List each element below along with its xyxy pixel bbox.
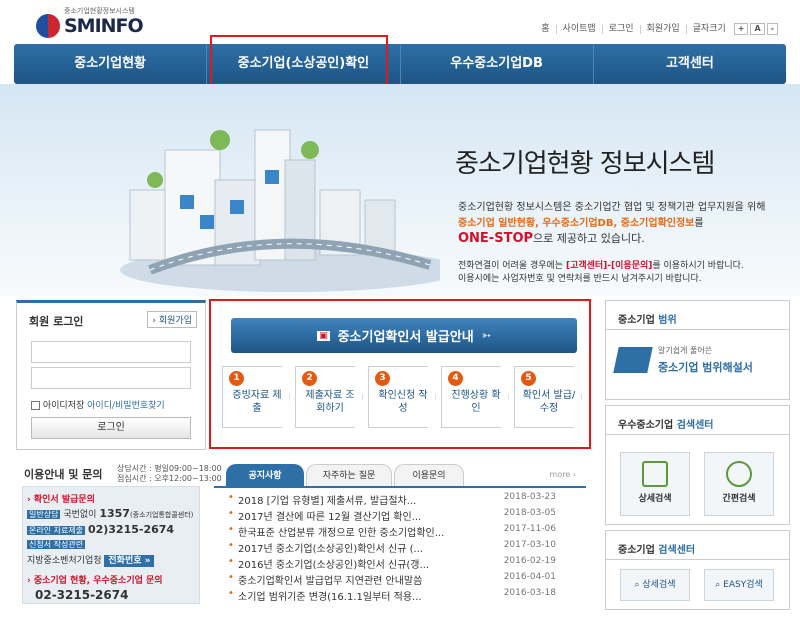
join-button[interactable]: › 회원가입	[147, 311, 197, 328]
contact-box: › 확인서 발급문의 일반상담 국번없이 1357(중소기업통합콜센터) 온라인…	[22, 486, 200, 604]
pdf-icon: ▣	[317, 330, 330, 341]
logo-text: SMINFO	[64, 15, 144, 37]
id-input[interactable]	[31, 341, 191, 363]
nav-customer-center[interactable]: 고객센터	[592, 44, 786, 84]
contact-line-4: 지방중소벤처기업청 전화번호 »	[27, 553, 155, 567]
notice-board: 공지사항 자주하는 질문 이용문의 more › • 2018 [기업 유형별] …	[214, 458, 586, 608]
tab-notice[interactable]: 공지사항	[226, 464, 304, 486]
easy-search-button[interactable]: ⌕ EASY검색	[704, 569, 774, 601]
logo-emblem-icon	[36, 14, 60, 38]
sme-search-title: 중소기업 검색센터	[618, 545, 696, 556]
nav-excellent-db[interactable]: 우수중소기업DB	[399, 44, 593, 84]
excellent-search-title: 우수중소기업 검색센터	[618, 420, 714, 431]
save-id-row: 아이디저장 아이디/비밀번호찾기	[31, 398, 165, 411]
sme-search-panel: 중소기업 검색센터 ⌕ 상세검색 ⌕ EASY검색	[605, 530, 790, 610]
font-minus-button[interactable]: -	[766, 23, 778, 35]
font-plus-button[interactable]: +	[733, 23, 749, 35]
arrow-icon: ➳	[481, 329, 491, 342]
range-title: 중소기업 범위	[618, 315, 677, 326]
simple-search-button[interactable]: 간편검색	[704, 452, 774, 516]
hero-desc-5: 이용시에는 사업자번호 및 연락처를 반드시 남겨주시기 바랍니다.	[458, 274, 702, 284]
login-button[interactable]: 로그인	[31, 417, 191, 439]
more-link[interactable]: more ›	[550, 470, 576, 479]
contact-line-1: 일반상담 국번없이 1357(중소기업통합콜센터)	[27, 507, 194, 520]
board-divider	[214, 486, 586, 488]
util-sitemap[interactable]: 사이트맵	[555, 24, 602, 34]
tab-inquiry[interactable]: 이용문의	[394, 464, 464, 486]
hero-desc-1: 중소기업현황 정보시스템은 중소기업간 협업 및 정책기관 업무지원을 위해	[458, 202, 766, 213]
contact-panel: 이용안내 및 문의 상담시간 : 평일09:00~18:00 점심시간 : 오후1…	[16, 458, 222, 608]
sme-range-panel: 중소기업 범위 알기쉽게 풀어쓴 중소기업 범위해설서	[605, 300, 790, 400]
range-guide-link[interactable]: 중소기업 범위해설서	[658, 359, 753, 375]
login-panel: 회원 로그인 › 회원가입 아이디저장 아이디/비밀번호찾기 로그인	[16, 300, 206, 450]
board-row[interactable]: • 2018 [기업 유형별] 제출서류, 발급절차... 2018-03-23	[228, 492, 578, 507]
util-home[interactable]: 홈	[535, 24, 555, 34]
main-nav: 중소기업현황 중소기업(소상공인)확인 우수중소기업DB 고객센터	[14, 44, 786, 84]
util-font-size: 글자크기	[685, 24, 732, 34]
logo[interactable]: 중소기업현황정보시스템 SMINFO	[36, 6, 176, 38]
login-title: 회원 로그인	[29, 315, 84, 328]
hero-desc-2: 중소기업 일반현황, 우수중소기업DB, 중소기업확인정보를	[458, 218, 704, 229]
contact-q2: › 중소기업 현황, 우수중소기업 문의	[27, 576, 163, 586]
phone-number-button[interactable]: 전화번호 »	[104, 555, 155, 567]
utility-menu: 홈 사이트맵 로그인 회원가입 글자크기 + A -	[535, 23, 778, 35]
step-1[interactable]: 1 증빙자료 제출	[222, 366, 290, 428]
password-input[interactable]	[31, 367, 191, 389]
board-row[interactable]: • 소기업 범위기준 변경(16.1.1일부터 적용... 2016-03-18	[228, 588, 578, 603]
contact-line-3: 신청서 작성관련	[27, 540, 86, 549]
hero-desc-3: ONE-STOP으로 제공하고 있습니다.	[458, 231, 645, 246]
contact-q1: › 확인서 발급문의	[27, 495, 95, 505]
board-row[interactable]: • 2017년 결산에 따른 12월 결산기업 확인... 2018-03-05	[228, 508, 578, 523]
detail-search-button[interactable]: 상세검색	[620, 452, 690, 516]
step-5[interactable]: 5 확인서 발급/수정	[514, 366, 582, 428]
range-sub: 알기쉽게 풀어쓴	[658, 346, 713, 355]
nav-highlight-box	[210, 35, 388, 85]
board-row[interactable]: • 2016년 중소기업(소상공인)확인서 신규(갱... 2016-02-19	[228, 556, 578, 571]
util-login[interactable]: 로그인	[601, 24, 640, 34]
font-reset-button[interactable]: A	[750, 23, 765, 35]
hero-title: 중소기업현황 정보시스템	[455, 149, 715, 179]
save-id-checkbox[interactable]	[31, 401, 40, 410]
contact-line-2: 온라인 자료제출 02)3215-2674	[27, 523, 175, 536]
step-3[interactable]: 3 확인신청 작성	[368, 366, 436, 428]
board-row[interactable]: • 2017년 중소기업(소상공인)확인서 신규 (... 2017-03-10	[228, 540, 578, 555]
search-simple-icon	[726, 461, 752, 487]
search-detail-icon	[642, 461, 668, 487]
nav-sme-status[interactable]: 중소기업현황	[14, 44, 206, 84]
book-icon	[613, 347, 653, 373]
util-join[interactable]: 회원가입	[639, 24, 686, 34]
issue-guide-label: 중소기업확인서 발급안내	[337, 330, 474, 345]
excellent-search-panel: 우수중소기업 검색센터 상세검색 간편검색	[605, 405, 790, 525]
find-account-link[interactable]: 아이디/비밀번호찾기	[87, 401, 165, 411]
board-row[interactable]: • 한국표준 산업분류 개정으로 인한 중소기업확인... 2017-11-06	[228, 524, 578, 539]
board-row[interactable]: • 중소기업확인서 발급업무 지연관련 안내말씀 2016-04-01	[228, 572, 578, 587]
contact-hours: 상담시간 : 평일09:00~18:00 점심시간 : 오후12:00~13:00	[117, 464, 222, 483]
contact-phone-2: 02-3215-2674	[35, 588, 129, 602]
detail-search-button-2[interactable]: ⌕ 상세검색	[620, 569, 690, 601]
hero-desc-4: 전화연결이 어려울 경우에는 [고객센터]-[이용문의]를 이용하시기 바랍니다…	[458, 261, 744, 271]
issue-guide-button[interactable]: ▣ 중소기업확인서 발급안내 ➳	[231, 318, 577, 353]
step-4[interactable]: 4 진행상황 확인	[441, 366, 509, 428]
tab-faq[interactable]: 자주하는 질문	[306, 464, 392, 486]
save-id-label: 아이디저장	[42, 401, 85, 411]
city-illustration	[120, 129, 440, 292]
step-2[interactable]: 2 제출자료 조회하기	[295, 366, 363, 428]
contact-title: 이용안내 및 문의	[24, 468, 103, 481]
